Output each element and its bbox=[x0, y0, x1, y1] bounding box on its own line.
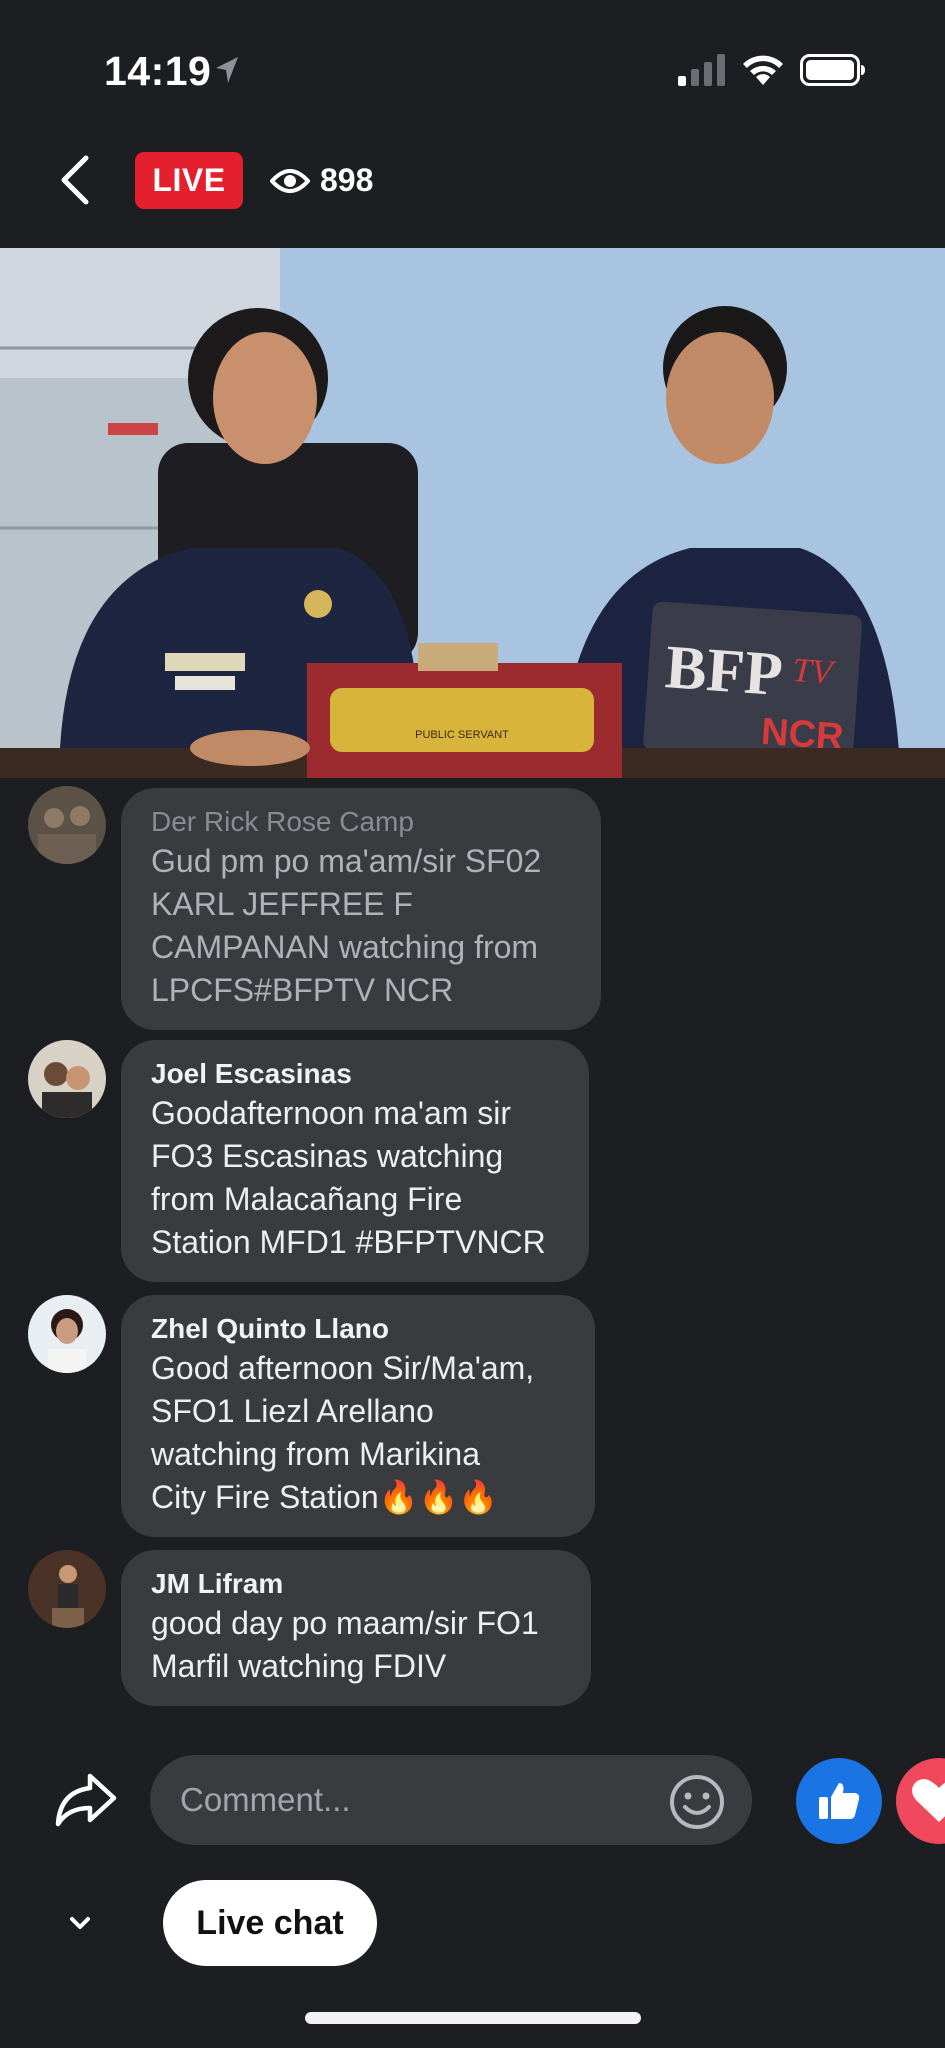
chevron-left-icon bbox=[61, 155, 89, 205]
love-reaction-button[interactable] bbox=[896, 1758, 945, 1844]
svg-text:TV: TV bbox=[791, 652, 837, 692]
comment-bubble[interactable]: JM Lifram good day po maam/sir FO1 Marfi… bbox=[121, 1550, 591, 1706]
back-button[interactable] bbox=[50, 150, 100, 210]
love-icon bbox=[912, 1779, 945, 1822]
cellular-signal-icon bbox=[678, 54, 725, 86]
wifi-icon bbox=[743, 55, 783, 85]
home-indicator[interactable] bbox=[305, 2012, 641, 2024]
comment-bubble[interactable]: Der Rick Rose Camp Gud pm po ma'am/sir S… bbox=[121, 788, 601, 1030]
viewer-count-value: 898 bbox=[320, 162, 374, 198]
location-arrow-icon bbox=[216, 57, 238, 83]
live-chat-button[interactable]: Live chat bbox=[163, 1880, 377, 1966]
avatar[interactable] bbox=[28, 786, 106, 864]
chevron-down-icon bbox=[70, 1917, 90, 1929]
comment-author[interactable]: Zhel Quinto Llano bbox=[151, 1311, 565, 1347]
eye-icon bbox=[270, 168, 310, 193]
svg-text:PUBLIC SERVANT: PUBLIC SERVANT bbox=[415, 729, 509, 741]
like-icon bbox=[819, 1783, 860, 1819]
battery-icon bbox=[800, 54, 865, 86]
share-icon bbox=[55, 1773, 117, 1827]
comments-list[interactable]: Der Rick Rose Camp Gud pm po ma'am/sir S… bbox=[0, 778, 945, 1708]
share-button[interactable] bbox=[52, 1770, 118, 1830]
video-frame: BFP TV NCR PUBLIC SERVANT bbox=[0, 248, 945, 778]
emoji-icon bbox=[670, 1775, 724, 1829]
comment-author[interactable]: Joel Escasinas bbox=[151, 1056, 559, 1092]
comment-author[interactable]: Der Rick Rose Camp bbox=[151, 804, 571, 840]
avatar[interactable] bbox=[28, 1295, 106, 1373]
comment-text: Gud pm po ma'am/sir SF02 KARL JEFFREE F … bbox=[151, 843, 542, 1008]
collapse-button[interactable] bbox=[62, 1905, 98, 1941]
status-time: 14:19 bbox=[104, 48, 212, 94]
comment-text: good day po maam/sir FO1 Marfil watching… bbox=[151, 1605, 539, 1684]
avatar[interactable] bbox=[28, 1040, 106, 1118]
live-badge: LIVE bbox=[135, 152, 243, 209]
comment-author[interactable]: JM Lifram bbox=[151, 1566, 561, 1602]
comment-text: Good afternoon Sir/Ma'am, SFO1 Liezl Are… bbox=[151, 1350, 535, 1515]
comment-text: Goodafternoon ma'am sir FO3 Escasinas wa… bbox=[151, 1095, 546, 1260]
emoji-button[interactable] bbox=[668, 1773, 726, 1831]
svg-text:BFP: BFP bbox=[663, 633, 785, 709]
comment-bubble[interactable]: Joel Escasinas Goodafternoon ma'am sir F… bbox=[121, 1040, 589, 1282]
like-reaction-button[interactable] bbox=[796, 1758, 882, 1844]
live-video[interactable]: BFP TV NCR PUBLIC SERVANT bbox=[0, 248, 945, 778]
comment-input[interactable] bbox=[150, 1755, 752, 1845]
avatar[interactable] bbox=[28, 1550, 106, 1628]
comment-bubble[interactable]: Zhel Quinto Llano Good afternoon Sir/Ma'… bbox=[121, 1295, 595, 1537]
viewer-count: 898 bbox=[270, 152, 373, 209]
status-bar: 14:19 bbox=[0, 0, 945, 130]
